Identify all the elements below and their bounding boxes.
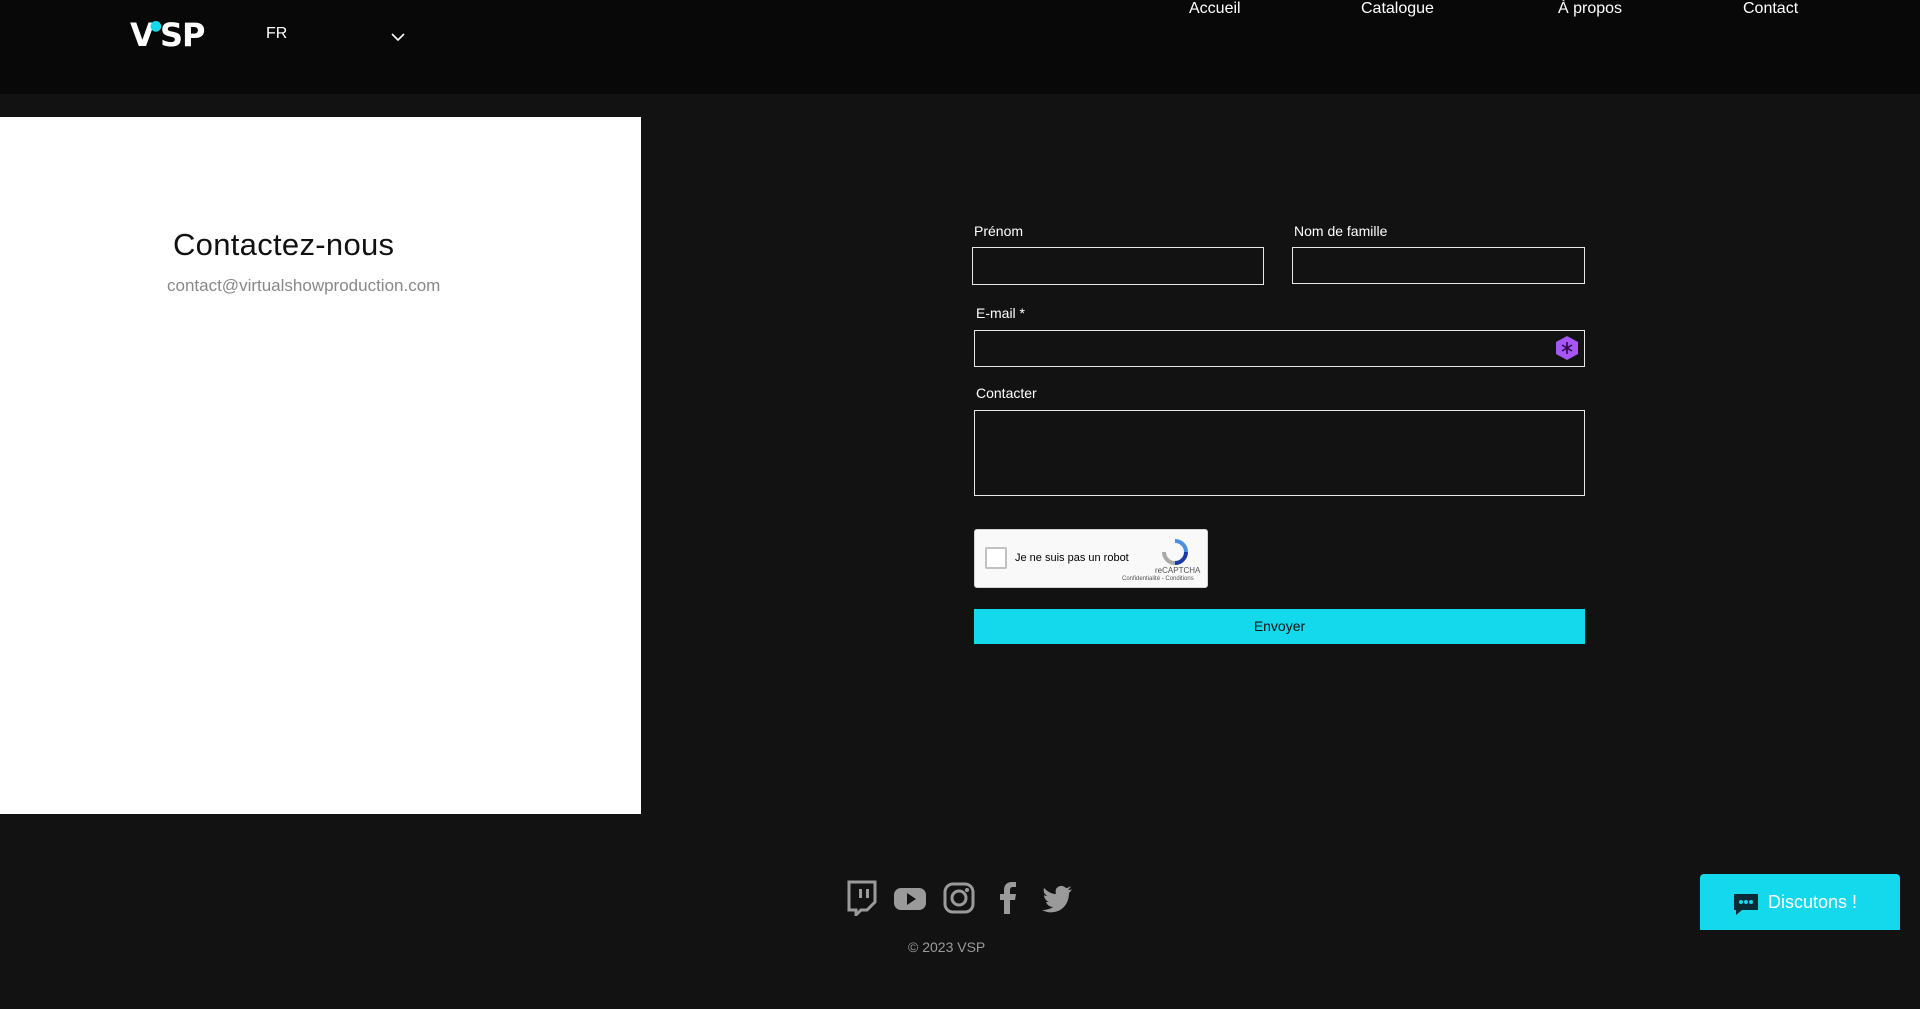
first-name-field[interactable] <box>972 247 1264 285</box>
message-label: Contacter <box>976 385 1037 401</box>
copyright: © 2023 VSP <box>908 939 986 955</box>
message-textarea[interactable] <box>974 410 1585 496</box>
extension-icon[interactable] <box>1554 335 1580 361</box>
recaptcha-terms[interactable]: Confidentialité - Conditions <box>1122 576 1194 582</box>
instagram-icon[interactable] <box>943 880 975 916</box>
nav-contact[interactable]: Contact <box>1743 0 1798 18</box>
language-selector[interactable]: FR <box>266 25 406 47</box>
nav-accueil[interactable]: Accueil <box>1189 0 1241 18</box>
recaptcha-label: Je ne suis pas un robot <box>1015 552 1129 564</box>
chevron-down-icon <box>391 33 405 42</box>
last-name-label: Nom de famille <box>1294 223 1388 239</box>
chat-bubble-icon <box>1734 894 1758 915</box>
last-name-field[interactable] <box>1292 247 1585 284</box>
logo-dot: ● <box>149 18 162 34</box>
recaptcha-checkbox[interactable] <box>985 547 1007 569</box>
nav-catalogue[interactable]: Catalogue <box>1361 0 1434 18</box>
facebook-icon[interactable] <box>992 880 1024 916</box>
twitch-icon[interactable] <box>845 880 877 916</box>
nav-a-propos[interactable]: À propos <box>1558 0 1622 18</box>
twitter-icon[interactable] <box>1041 880 1073 916</box>
chat-widget-button[interactable]: Discutons ! <box>1700 874 1900 930</box>
language-label: FR <box>266 25 288 42</box>
chat-label: Discutons ! <box>1768 892 1858 912</box>
recaptcha-widget: Je ne suis pas un robot reCAPTCHA Confid… <box>974 529 1208 588</box>
logo-sp: SP <box>159 16 205 54</box>
recaptcha-brand: reCAPTCHA <box>1155 566 1201 575</box>
contact-email[interactable]: contact@virtualshowproduction.com <box>167 276 440 296</box>
submit-button[interactable]: Envoyer <box>974 609 1585 644</box>
youtube-icon[interactable] <box>894 880 926 916</box>
first-name-label: Prénom <box>974 223 1024 239</box>
email-field[interactable] <box>974 330 1585 367</box>
email-label: E-mail * <box>976 305 1026 321</box>
contact-panel <box>0 117 641 814</box>
page-title: Contactez-nous <box>173 227 395 262</box>
site-header: V●SP FR Accueil Catalogue À propos Conta… <box>0 0 1920 94</box>
vsp-logo[interactable]: V●SP <box>130 16 205 54</box>
recaptcha-logo-icon <box>1162 539 1188 565</box>
